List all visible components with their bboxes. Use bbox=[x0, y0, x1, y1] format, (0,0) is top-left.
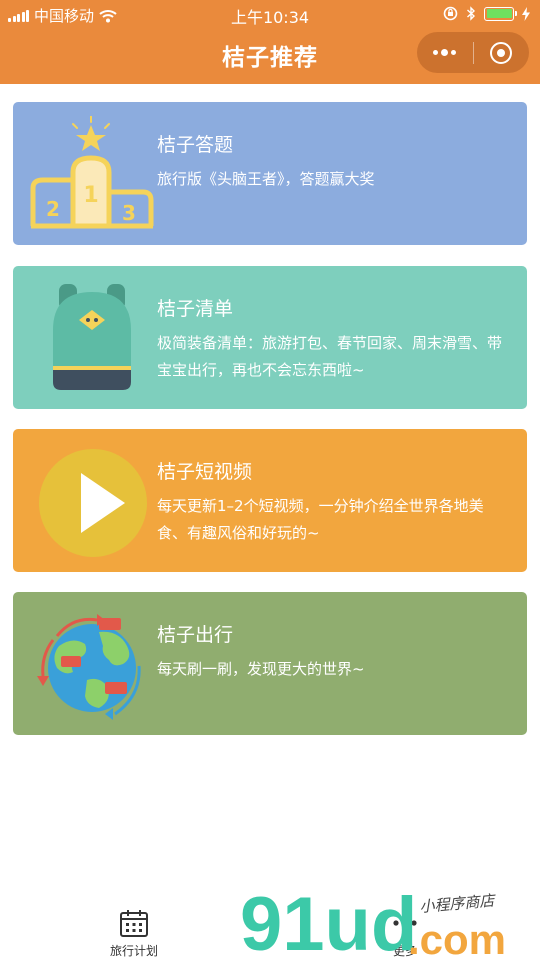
watermark-domain: .com bbox=[408, 916, 506, 960]
nav-bar: 桔子推荐 bbox=[0, 28, 540, 84]
calendar-icon bbox=[120, 910, 148, 937]
card-title: 桔子答题 bbox=[157, 134, 234, 156]
svg-text:2: 2 bbox=[46, 197, 60, 221]
svg-text:1: 1 bbox=[83, 183, 98, 208]
more-dots-icon bbox=[433, 49, 457, 56]
orientation-lock-icon bbox=[443, 6, 458, 21]
bluetooth-icon bbox=[467, 6, 476, 21]
card-description: 每天刷一刷，发现更大的世界~ bbox=[157, 660, 365, 678]
card-title: 桔子清单 bbox=[157, 298, 234, 320]
play-icon bbox=[39, 449, 147, 557]
backpack-icon bbox=[53, 284, 131, 390]
globe-icon bbox=[37, 614, 141, 720]
watermark-tagline: 小程序商店 bbox=[419, 891, 497, 916]
card-description: 每天更新1–2个短视频，一分钟介绍全世界各地美食、有趣风俗和好玩的~ bbox=[157, 497, 484, 542]
status-right bbox=[443, 6, 530, 21]
more-menu-button[interactable] bbox=[417, 32, 473, 73]
battery-icon bbox=[484, 6, 517, 21]
status-bar: 中国移动 上午10:34 bbox=[0, 0, 540, 28]
watermark-brand: 91ud bbox=[240, 888, 417, 960]
mini-program-capsule bbox=[417, 32, 529, 73]
podium-icon: 1 2 3 bbox=[30, 116, 154, 229]
card-description: 极简装备清单：旅游打包、春节回家、周末滑雪、带宝宝出行，再也不会忘东西啦~ bbox=[157, 334, 503, 379]
card-title: 桔子短视频 bbox=[157, 461, 253, 483]
target-icon bbox=[490, 41, 513, 64]
charging-icon bbox=[522, 6, 530, 21]
watermark-logo: 91ud .com 小程序商店 bbox=[240, 888, 506, 960]
card-description: 旅行版《头脑王者》，答题赢大奖 bbox=[157, 170, 375, 188]
svg-text:3: 3 bbox=[122, 201, 136, 225]
card-video[interactable]: 桔子短视频 每天更新1–2个短视频，一分钟介绍全世界各地美食、有趣风俗和好玩的~ bbox=[13, 429, 527, 572]
close-mini-program-button[interactable] bbox=[473, 32, 529, 73]
card-travel[interactable]: 桔子出行 每天刷一刷，发现更大的世界~ bbox=[13, 592, 527, 735]
card-title: 桔子出行 bbox=[157, 624, 234, 646]
tab-label: 旅行计划 bbox=[109, 944, 158, 958]
tab-travel-plan[interactable]: 旅行计划 bbox=[84, 908, 184, 959]
card-quiz[interactable]: 1 2 3 桔子答题 旅行版《头脑王者》，答题赢大奖 bbox=[13, 102, 527, 245]
card-list[interactable]: 桔子清单 极简装备清单：旅游打包、春节回家、周末滑雪、带宝宝出行，再也不会忘东西… bbox=[13, 266, 527, 409]
